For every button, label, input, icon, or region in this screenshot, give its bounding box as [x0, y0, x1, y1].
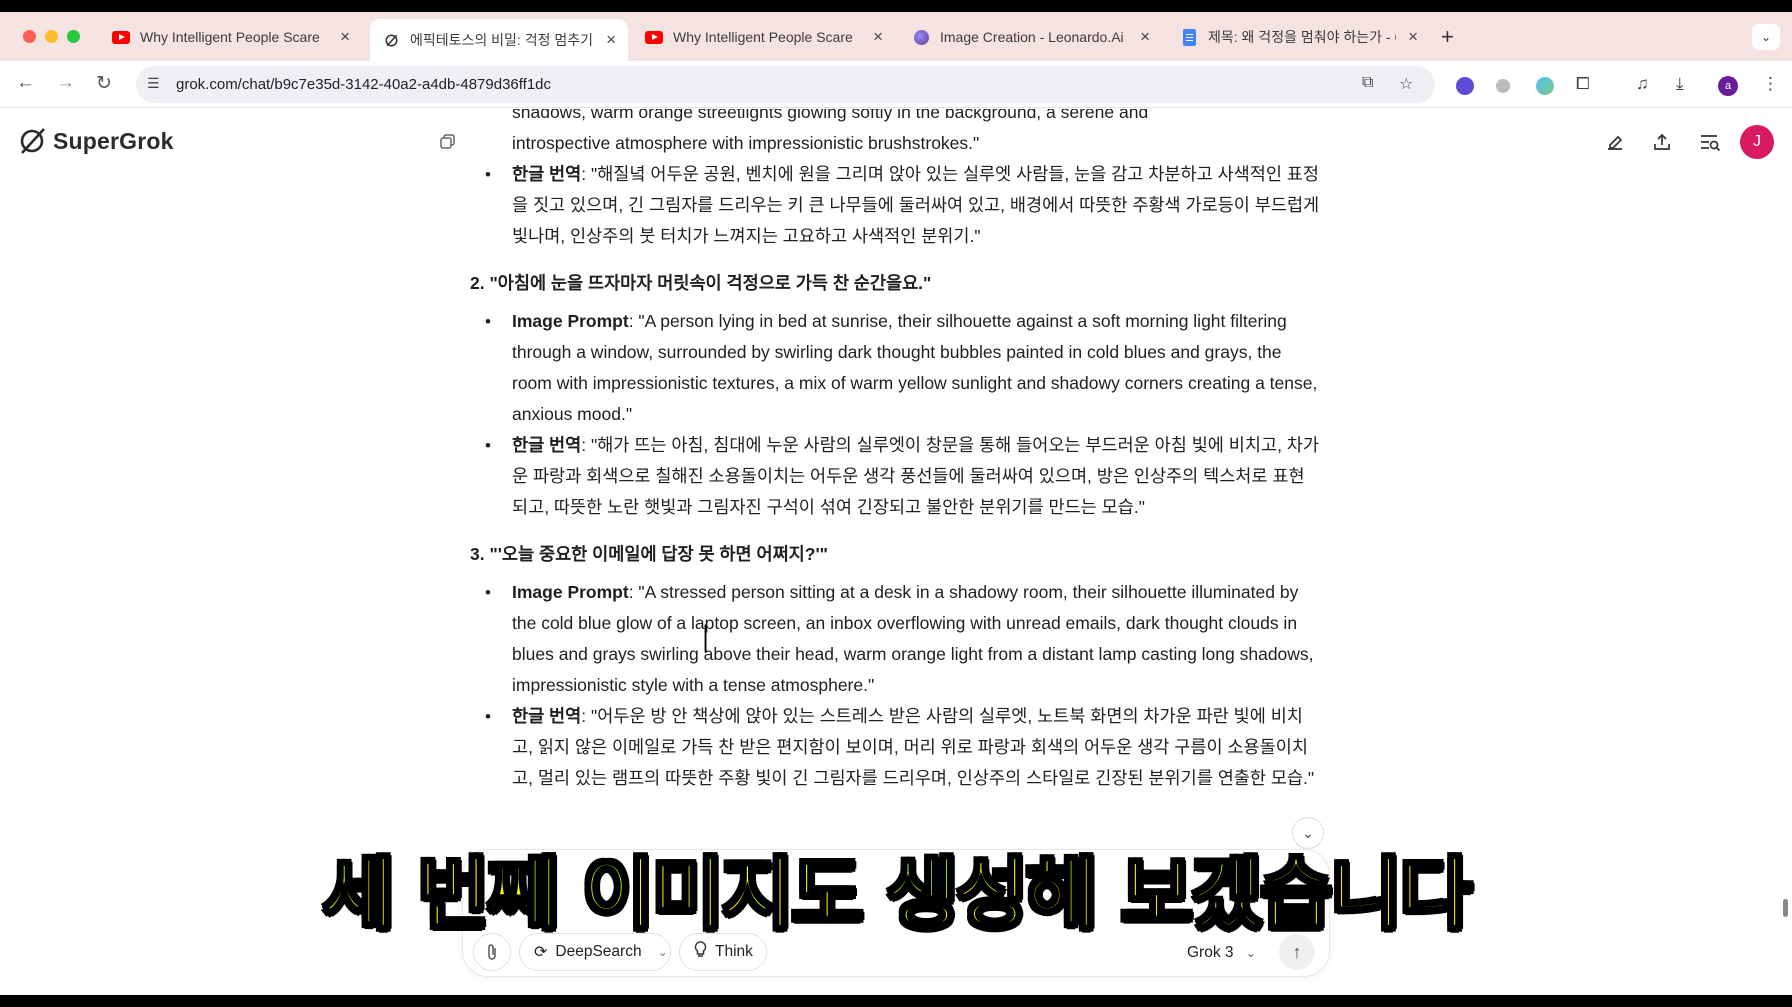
close-tab-icon[interactable]: ×	[340, 27, 350, 47]
deepsearch-chevron-icon[interactable]: ⌄	[658, 945, 668, 959]
bookmark-star-icon[interactable]: ☆	[1399, 74, 1413, 94]
close-tab-icon[interactable]: ×	[873, 27, 883, 47]
prompt-label: Image Prompt	[512, 582, 629, 602]
browser-tab-active[interactable]: 에픽테토스의 비밀: 걱정 멈추기 - ( ×	[370, 19, 628, 61]
close-tab-icon[interactable]: ×	[1408, 27, 1418, 47]
tab-title: 제목: 왜 걱정을 멈춰야 하는가 - G	[1208, 29, 1397, 45]
think-label: Think	[715, 943, 753, 960]
extension-color-icon[interactable]	[1536, 77, 1554, 95]
minimize-window-button[interactable]	[45, 30, 58, 43]
lightbulb-icon	[694, 941, 707, 963]
address-bar[interactable]: ☰ grok.com/chat/b9c7e35d-3142-40a2-a4db-…	[136, 66, 1435, 103]
forward-arrow-icon[interactable]: →	[56, 72, 75, 94]
leonardo-icon	[912, 29, 930, 45]
prompt-text: : "A stressed person sitting at a desk i…	[512, 582, 1314, 695]
edit-icon[interactable]	[1605, 132, 1625, 157]
prompt-label: Image Prompt	[512, 311, 629, 331]
tab-title: Why Intelligent People Scare	[140, 29, 320, 45]
translation-text: : "어두운 방 안 책상에 앉아 있는 스트레스 받은 사람의 실루엣, 노트…	[512, 706, 1315, 788]
translation-label: 한글 번역	[512, 164, 582, 184]
close-window-button[interactable]	[23, 30, 36, 43]
tab-strip: Why Intelligent People Scare × 에픽테토스의 비밀…	[0, 12, 1792, 61]
maximize-window-button[interactable]	[67, 30, 80, 43]
prompt-text: : "A person lying in bed at sunrise, the…	[512, 311, 1318, 424]
reload-icon[interactable]: ↻	[96, 72, 112, 95]
browser-tab[interactable]: 제목: 왜 걱정을 멈춰야 하는가 - G ×	[1168, 19, 1430, 55]
download-icon[interactable]: ⤓	[1676, 74, 1684, 94]
video-caption: 세 번째 이미지도 생성해 보겠습니다	[321, 849, 1473, 942]
model-chevron-icon: ⌄	[1245, 946, 1256, 960]
response-line: shadows, warm orange streetlights glowin…	[512, 109, 1149, 122]
install-app-icon[interactable]: ⧉	[1362, 74, 1373, 92]
close-tab-icon[interactable]: ×	[1140, 27, 1150, 47]
url-text: grok.com/chat/b9c7e35d-3142-40a2-a4db-48…	[176, 76, 551, 93]
tab-title: 에픽테토스의 비밀: 걱정 멈추기 - (	[410, 32, 595, 48]
section-heading: 3. "'오늘 중요한 이메일에 답장 못 하면 어쩌지?'"	[470, 544, 828, 564]
list-item: • 한글 번역: "해질녘 어두운 공원, 벤치에 원을 그리며 앉아 있는 실…	[485, 164, 1320, 246]
media-controls-icon[interactable]: ♫	[1636, 74, 1649, 94]
translation-label: 한글 번역	[512, 435, 582, 455]
list-item: • 한글 번역: "어두운 방 안 책상에 앉아 있는 스트레스 받은 사람의 …	[485, 706, 1315, 788]
deepsearch-icon: ⟳	[534, 944, 548, 961]
tab-title: Why Intelligent People Scare	[673, 29, 853, 45]
extensions-puzzle-icon[interactable]: ⧠	[1576, 74, 1590, 94]
history-search-icon[interactable]	[1699, 132, 1721, 157]
translation-text: : "해질녘 어두운 공원, 벤치에 원을 그리며 앉아 있는 실루엣 사람들,…	[512, 164, 1320, 246]
browser-toolbar: ← → ↻ ☰ grok.com/chat/b9c7e35d-3142-40a2…	[0, 61, 1792, 108]
user-avatar[interactable]: J	[1740, 125, 1774, 159]
list-item: • 한글 번역: "해가 뜨는 아침, 침대에 누운 사람의 실루엣이 창문을 …	[485, 435, 1319, 517]
list-item: • Image Prompt: "A stressed person sitti…	[485, 582, 1314, 695]
youtube-icon	[112, 30, 130, 44]
model-selector[interactable]: Grok 3 ⌄	[1187, 944, 1256, 962]
close-tab-icon[interactable]: ×	[606, 30, 616, 50]
model-label: Grok 3	[1187, 944, 1234, 961]
grok-logo-icon	[20, 128, 45, 154]
response-line: introspective atmosphere with impression…	[512, 133, 980, 153]
browser-window: Why Intelligent People Scare × 에픽테토스의 비밀…	[0, 12, 1792, 995]
back-arrow-icon[interactable]: ←	[16, 72, 35, 94]
sidebar-toggle-icon[interactable]	[440, 134, 456, 155]
new-tab-button[interactable]: +	[1441, 24, 1454, 50]
youtube-icon	[645, 30, 663, 44]
deepsearch-label: DeepSearch	[555, 943, 642, 960]
response-paragraph: shadows, warm orange streetlights glowin…	[470, 109, 1320, 159]
tab-search-chevron-icon[interactable]: ⌄	[1752, 24, 1780, 50]
docs-icon	[1180, 28, 1198, 46]
section-heading: 2. "아침에 눈을 뜨자마자 머릿속이 걱정으로 가득 찬 순간을요."	[470, 273, 932, 293]
profile-avatar[interactable]: a	[1718, 76, 1738, 96]
extension-gray-icon[interactable]	[1496, 79, 1510, 93]
browser-tab[interactable]: Why Intelligent People Scare ×	[100, 19, 362, 55]
app-name: SuperGrok	[53, 127, 174, 154]
translation-text: : "해가 뜨는 아침, 침대에 누운 사람의 실루엣이 창문을 통해 들어오는…	[512, 435, 1319, 517]
more-menu-icon[interactable]: ⋮	[1762, 74, 1779, 94]
translation-label: 한글 번역	[512, 706, 582, 726]
extension-s-icon[interactable]	[1456, 77, 1474, 95]
share-icon[interactable]	[1652, 132, 1672, 157]
list-item: • Image Prompt: "A person lying in bed a…	[485, 311, 1318, 424]
app-logo[interactable]: SuperGrok	[17, 126, 174, 156]
assistant-response: shadows, warm orange streetlights glowin…	[470, 109, 1320, 794]
text-cursor-icon: I	[702, 617, 709, 661]
site-settings-icon[interactable]: ☰	[147, 75, 160, 92]
tab-title: Image Creation - Leonardo.Ai	[940, 29, 1124, 45]
browser-tab[interactable]: Image Creation - Leonardo.Ai ×	[900, 19, 1162, 55]
grok-icon	[382, 33, 400, 47]
browser-tab[interactable]: Why Intelligent People Scare ×	[633, 19, 895, 55]
